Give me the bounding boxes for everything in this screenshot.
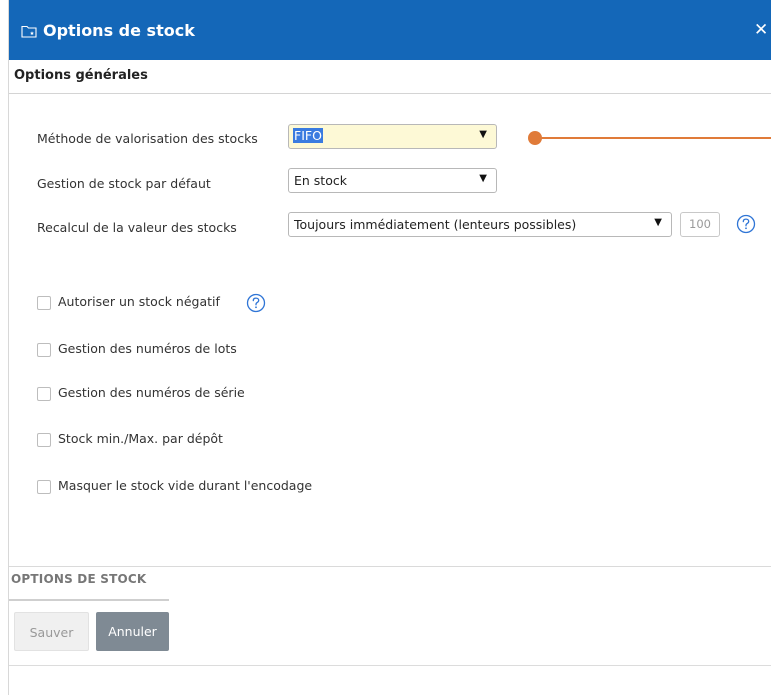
cancel-button[interactable]: Annuler [96, 612, 169, 651]
annotation-pointer-line [539, 137, 771, 139]
footer-divider [9, 566, 771, 567]
stock-options-dialog: Options de stock ✕ Options générales Mét… [8, 0, 771, 695]
min-max-checkbox[interactable] [37, 433, 51, 447]
hide-empty-checkbox[interactable] [37, 480, 51, 494]
recalc-label: Recalcul de la valeur des stocks [37, 220, 237, 235]
recalc-value: Toujours immédiatement (lenteurs possibl… [294, 217, 577, 232]
default-stock-select[interactable]: En stock ▼ [288, 168, 497, 193]
question-circle-icon[interactable] [246, 293, 266, 313]
question-circle-icon[interactable] [736, 214, 756, 234]
tab-underline [9, 599, 169, 601]
bottom-divider [9, 665, 771, 666]
dropdown-arrow-icon: ▼ [479, 173, 487, 184]
section-divider [9, 93, 771, 94]
negative-stock-checkbox[interactable] [37, 296, 51, 310]
dialog-title: Options de stock [43, 21, 195, 40]
dialog-titlebar: Options de stock ✕ [9, 0, 771, 60]
serial-numbers-label: Gestion des numéros de série [58, 385, 245, 400]
lot-numbers-label: Gestion des numéros de lots [58, 341, 237, 356]
tab-stock-options[interactable]: OPTIONS DE STOCK [11, 572, 146, 586]
valuation-value: FIFO [293, 128, 323, 143]
dropdown-arrow-icon: ▼ [654, 217, 662, 228]
dropdown-arrow-icon: ▼ [479, 129, 487, 140]
negative-stock-label: Autoriser un stock négatif [58, 294, 220, 309]
recalc-select[interactable]: Toujours immédiatement (lenteurs possibl… [288, 212, 672, 237]
section-title-general: Options générales [14, 68, 148, 83]
lot-numbers-checkbox[interactable] [37, 343, 51, 357]
default-stock-value: En stock [294, 173, 347, 188]
valuation-select[interactable]: FIFO ▼ [288, 124, 497, 149]
hide-empty-label: Masquer le stock vide durant l'encodage [58, 478, 313, 493]
serial-numbers-checkbox[interactable] [37, 387, 51, 401]
valuation-label: Méthode de valorisation des stocks [37, 131, 258, 146]
default-stock-label: Gestion de stock par défaut [37, 176, 211, 191]
min-max-label: Stock min./Max. par dépôt [58, 431, 223, 446]
recalc-threshold-input[interactable]: 100 [680, 212, 720, 237]
close-button[interactable]: ✕ [754, 20, 768, 40]
folder-star-icon [21, 24, 37, 38]
save-button[interactable]: Sauver [14, 612, 89, 651]
